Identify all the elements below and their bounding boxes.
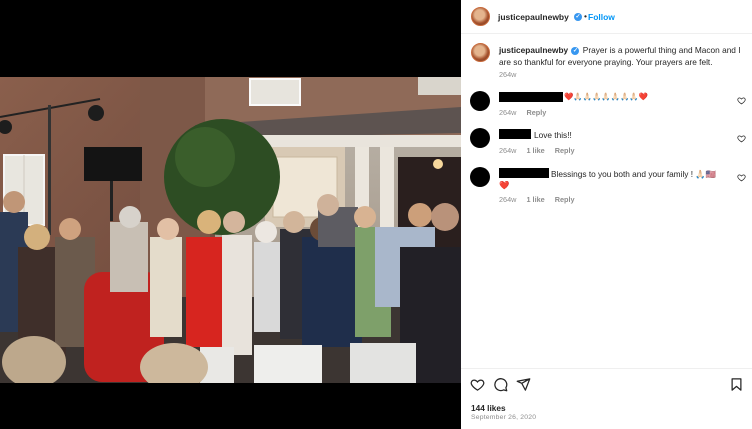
- prayer-gathering-photo: [0, 77, 461, 383]
- comment-avatar[interactable]: [470, 128, 490, 148]
- reply-button[interactable]: Reply: [555, 195, 575, 204]
- comment-likes[interactable]: 1 like: [526, 146, 544, 155]
- post-header: justicepaulnewby ✓ • Follow: [461, 0, 752, 34]
- heart-icon[interactable]: [737, 173, 746, 182]
- comment-age[interactable]: 264w: [499, 195, 516, 204]
- comment-meta: 264w Reply: [499, 108, 546, 117]
- reply-button[interactable]: Reply: [555, 146, 575, 155]
- header-username[interactable]: justicepaulnewby: [498, 12, 569, 22]
- verified-icon: ✓: [571, 46, 580, 55]
- heart-icon[interactable]: [470, 377, 485, 392]
- separator-dot: •: [584, 11, 587, 21]
- caption-age[interactable]: 264w: [499, 70, 516, 79]
- comment-age[interactable]: 264w: [499, 146, 516, 155]
- comment-text: Love this!!: [534, 130, 572, 140]
- post-media: [0, 0, 461, 429]
- verified-icon: ✓: [574, 13, 582, 21]
- comment-text: Blessings to you both and your family ! …: [551, 169, 717, 179]
- comment-text-continued: ❤️: [499, 180, 510, 190]
- comment-avatar[interactable]: [470, 91, 490, 111]
- post-date[interactable]: September 26, 2020: [471, 414, 536, 421]
- redacted-username: [499, 129, 531, 139]
- follow-button[interactable]: Follow: [588, 12, 615, 22]
- heart-icon[interactable]: [737, 134, 746, 143]
- comment-text: ❤️🙏🏻🙏🏻🙏🏻🙏🏻🙏🏻🙏🏻🙏🏻❤️: [564, 92, 649, 101]
- post-panel: justicepaulnewby ✓ • Follow justicepauln…: [461, 0, 752, 429]
- comment-age[interactable]: 264w: [499, 108, 516, 117]
- heart-icon[interactable]: [737, 96, 746, 105]
- likes-count[interactable]: 144 likes: [471, 403, 506, 413]
- redacted-username: [499, 92, 563, 102]
- caption-avatar[interactable]: [471, 43, 490, 62]
- share-icon[interactable]: [516, 377, 531, 392]
- comment-icon[interactable]: [493, 377, 508, 392]
- caption: justicepaulnewby ✓ Prayer is a powerful …: [499, 44, 744, 68]
- redacted-username: [499, 168, 549, 178]
- caption-username[interactable]: justicepaulnewby: [499, 45, 568, 55]
- comment-likes[interactable]: 1 like: [526, 195, 544, 204]
- comment-meta: 264w 1 like Reply: [499, 195, 575, 204]
- post-photo[interactable]: [0, 77, 461, 383]
- reply-button[interactable]: Reply: [526, 108, 546, 117]
- comment-meta: 264w 1 like Reply: [499, 146, 575, 155]
- comment-avatar[interactable]: [470, 167, 490, 187]
- avatar[interactable]: [471, 7, 490, 26]
- bookmark-icon[interactable]: [729, 377, 744, 392]
